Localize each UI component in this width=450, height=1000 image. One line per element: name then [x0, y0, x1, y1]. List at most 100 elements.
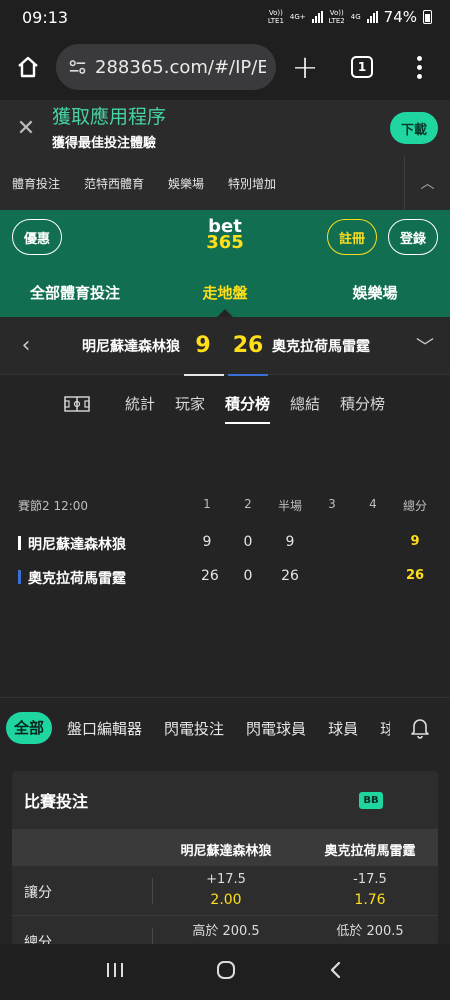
recent-apps-icon[interactable] — [104, 960, 126, 984]
card-header[interactable]: 比賽投注 BB — [12, 771, 438, 829]
filter-lightning-bets[interactable]: 閃電投注 — [153, 718, 235, 739]
spread-home-odds[interactable]: +17.5 2.00 — [152, 870, 300, 910]
chevron-down-icon[interactable]: ﹀ — [400, 333, 450, 359]
away-q1: 26 — [201, 568, 219, 584]
away-team-row-name: 奧克拉荷馬雷霆 — [18, 568, 126, 588]
filter-players[interactable]: 球員 — [317, 718, 369, 739]
tab-stats[interactable]: 統計 — [115, 376, 165, 432]
top-nav-sports[interactable]: 體育投注 — [0, 175, 72, 192]
new-tab-button[interactable]: + — [276, 48, 334, 86]
join-button[interactable]: 註冊 — [327, 219, 377, 255]
tab-count: 1 — [351, 56, 373, 78]
system-nav-bar — [0, 944, 450, 1000]
filter-lightning-players[interactable]: 閃電球員 — [235, 718, 317, 739]
header-q1: 1 — [203, 497, 211, 511]
market-filter-bar: 全部 盤口編輯器 閃電投注 閃電球員 球員 球| — [0, 698, 450, 758]
tab-summary[interactable]: 總結 — [280, 376, 330, 432]
market-column-headers: 明尼蘇達森林狼 奧克拉荷馬雷霆 — [12, 829, 438, 866]
court-view-icon[interactable] — [55, 396, 99, 412]
game-period: 賽節2 12:00 — [18, 499, 89, 513]
battery-percent: 74% — [383, 8, 417, 26]
spread-away-odds[interactable]: -17.5 1.76 — [302, 870, 438, 910]
spread-row: 讓分 +17.5 2.00 -17.5 1.76 — [12, 866, 438, 916]
promotions-button[interactable]: 優惠 — [12, 219, 62, 255]
sim2-indicator: Vo)) LTE2 — [328, 9, 345, 25]
home-icon — [18, 56, 38, 78]
url-text: 288365.com/#/IP/E\ — [95, 56, 266, 78]
header-half: 半場 — [277, 499, 302, 513]
table-row: 明尼蘇達森林狼 9 0 9 9 — [0, 526, 450, 560]
signal-icon — [366, 11, 378, 23]
tab-standings[interactable]: 積分榜 — [215, 376, 280, 432]
quarter-scoreboard: 賽節2 12:00 1 2 半場 3 4 總分 明尼蘇達森林狼 9 0 9 9 … — [0, 480, 450, 594]
tab-table[interactable]: 積分榜 — [330, 376, 395, 432]
tab-players[interactable]: 玩家 — [165, 376, 215, 432]
login-button[interactable]: 登錄 — [388, 219, 438, 255]
tab-casino[interactable]: 娛樂場 — [300, 264, 450, 317]
match-stats-tabs: 統計 玩家 積分榜 總結 積分榜 — [0, 376, 450, 432]
table-row: 奧克拉荷馬雷霆 26 0 26 26 — [0, 560, 450, 594]
sim1-indicator: Vo)) LTE1 — [267, 9, 284, 25]
away-half: 26 — [281, 568, 299, 584]
app-download-banner: ✕ 獲取應用程序 獲得最佳投注體驗 下載 — [0, 100, 450, 156]
home-score: 9 — [180, 333, 226, 377]
header-q2: 2 — [244, 497, 252, 511]
header-q4: 4 — [369, 497, 377, 511]
match-betting-card: 比賽投注 BB 明尼蘇達森林狼 奧克拉荷馬雷霆 讓分 +17.5 2.00 -1… — [12, 771, 438, 945]
download-button[interactable]: 下載 — [390, 112, 438, 144]
away-total: 26 — [405, 568, 425, 583]
brand-header: 優惠 bet 365 註冊 登錄 — [0, 210, 450, 264]
browser-toolbar: 288365.com/#/IP/E\ + 1 — [0, 34, 450, 100]
status-bar: 09:13 Vo)) LTE1 4G+ Vo)) LTE2 4G 74% — [0, 0, 450, 34]
tab-all-sports[interactable]: 全部體育投注 — [0, 264, 150, 317]
column-home: 明尼蘇達森林狼 — [180, 844, 272, 859]
address-bar[interactable]: 288365.com/#/IP/E\ — [56, 44, 276, 90]
column-away: 奧克拉荷馬雷霆 — [324, 844, 416, 859]
away-team-name: 奧克拉荷馬雷霆 — [272, 338, 370, 355]
home-q1: 9 — [202, 534, 212, 550]
bell-icon[interactable] — [390, 698, 450, 758]
chevron-up-icon[interactable]: ︿ — [404, 156, 450, 210]
home-nav-icon[interactable] — [215, 959, 237, 985]
battery-icon — [423, 10, 432, 24]
match-score-header: ‹ 明尼蘇達森林狼 9 26 奧克拉荷馬雷霆 ﹀ — [0, 317, 450, 377]
header-total: 總分 — [402, 499, 427, 513]
top-nav-casino[interactable]: 娛樂場 — [156, 175, 216, 192]
away-score: 26 — [226, 333, 270, 377]
back-icon[interactable] — [326, 960, 346, 984]
signal-icon — [311, 11, 323, 23]
close-icon[interactable]: ✕ — [0, 116, 52, 141]
home-button[interactable] — [0, 34, 56, 100]
tab-switcher-button[interactable]: 1 — [334, 56, 390, 78]
bet-builder-badge: BB — [359, 792, 383, 809]
bet365-logo[interactable]: bet 365 — [198, 218, 252, 252]
home-q2: 0 — [243, 534, 253, 550]
top-nav: 體育投注 范特西體育 娛樂場 特別增加 ︿ — [0, 156, 450, 210]
status-icons: Vo)) LTE1 4G+ Vo)) LTE2 4G 74% — [268, 8, 432, 26]
home-half: 9 — [285, 534, 295, 550]
home-team-row-name: 明尼蘇達森林狼 — [18, 534, 126, 554]
sim1-network-label: 4G+ — [289, 13, 306, 21]
chevron-left-icon[interactable]: ‹ — [0, 333, 52, 358]
main-nav: 全部體育投注 走地盤 娛樂場 — [0, 264, 450, 317]
banner-title: 獲取應用程序 — [52, 105, 167, 128]
home-team-name: 明尼蘇達森林狼 — [82, 338, 180, 355]
spread-label: 讓分 — [24, 885, 52, 901]
total-row: 總分 高於 200.5 低於 200.5 — [12, 916, 438, 945]
total-over-odds[interactable]: 高於 200.5 — [152, 922, 300, 942]
filter-bet-builder[interactable]: 盤口編輯器 — [56, 718, 153, 739]
filter-all[interactable]: 全部 — [6, 712, 53, 744]
sim2-network-label: 4G — [350, 13, 361, 21]
top-nav-boosts[interactable]: 特別增加 — [216, 175, 288, 192]
browser-menu-icon[interactable] — [390, 55, 448, 79]
home-total: 9 — [410, 534, 420, 549]
card-title: 比賽投注 — [24, 792, 89, 811]
status-time: 09:13 — [22, 7, 69, 27]
header-q3: 3 — [328, 497, 336, 511]
total-under-odds[interactable]: 低於 200.5 — [302, 922, 438, 942]
away-q2: 0 — [243, 568, 253, 584]
top-nav-fantasy[interactable]: 范特西體育 — [72, 175, 156, 192]
banner-subtitle: 獲得最佳投注體驗 — [52, 135, 157, 151]
tab-in-play[interactable]: 走地盤 — [150, 264, 300, 317]
site-settings-icon[interactable] — [68, 57, 87, 77]
